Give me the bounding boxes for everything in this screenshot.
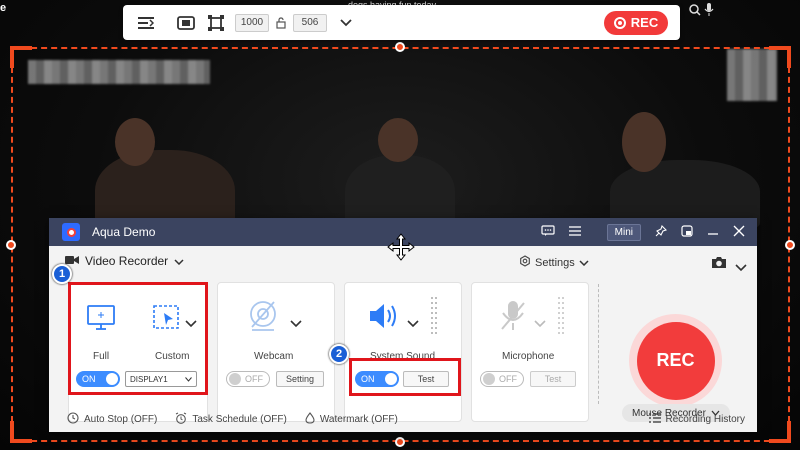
webcam-card: Webcam OFF Setting bbox=[217, 282, 335, 422]
main-rec-button[interactable]: REC bbox=[636, 321, 715, 400]
panel-footer: Auto Stop (OFF) Task Schedule (OFF) Wate… bbox=[49, 406, 757, 432]
background-text-fragment: e bbox=[0, 2, 7, 14]
microphone-test-button[interactable]: Test bbox=[530, 371, 576, 387]
chevron-down-icon[interactable] bbox=[534, 315, 546, 333]
auto-stop-label: Auto Stop (OFF) bbox=[84, 413, 158, 425]
panel-divider bbox=[598, 284, 599, 404]
speaker-icon[interactable] bbox=[367, 299, 403, 338]
mic-level-icon bbox=[558, 297, 566, 344]
system-sound-card: System Sound ON Test bbox=[344, 282, 462, 422]
microphone-icon bbox=[702, 2, 716, 18]
width-input[interactable]: 1000 bbox=[235, 13, 269, 32]
chevron-down-icon[interactable] bbox=[290, 315, 302, 333]
panel-content: Video Recorder Settings Full Custom ON D… bbox=[49, 246, 757, 432]
app-title: Aqua Demo bbox=[92, 225, 156, 239]
lock-aspect-icon[interactable] bbox=[275, 15, 287, 31]
clock-icon bbox=[67, 411, 79, 427]
settings-label: Settings bbox=[535, 256, 575, 269]
alarm-clock-icon bbox=[175, 412, 187, 427]
custom-region-icon[interactable] bbox=[207, 14, 225, 31]
microphone-disabled-icon[interactable] bbox=[498, 299, 528, 338]
microphone-toggle[interactable]: OFF bbox=[480, 371, 524, 387]
region-toolbar: 1000 506 REC bbox=[123, 5, 680, 40]
search-icon bbox=[688, 2, 702, 18]
toolbar-rec-label: REC bbox=[630, 15, 659, 30]
list-icon bbox=[648, 412, 661, 426]
pip-icon[interactable] bbox=[681, 224, 693, 240]
move-cursor-icon[interactable] bbox=[387, 233, 415, 261]
resize-handle-bottom[interactable] bbox=[395, 437, 405, 447]
rec-button-outer[interactable]: REC bbox=[629, 314, 722, 407]
annotation-box-display bbox=[68, 282, 208, 395]
resize-handle-left[interactable] bbox=[6, 240, 16, 250]
menu-icon[interactable] bbox=[568, 225, 581, 239]
webcam-setting-button[interactable]: Setting bbox=[276, 371, 324, 387]
task-schedule-option[interactable]: Task Schedule (OFF) bbox=[175, 412, 287, 427]
corner-handle-top-right[interactable] bbox=[769, 46, 791, 68]
minimize-icon[interactable] bbox=[707, 225, 719, 240]
volume-level-icon[interactable] bbox=[431, 297, 439, 344]
chevron-down-icon[interactable] bbox=[337, 15, 355, 31]
chevron-down-icon[interactable] bbox=[407, 315, 419, 333]
gear-icon bbox=[519, 255, 531, 270]
microphone-card: Microphone OFF Test bbox=[471, 282, 589, 422]
task-schedule-label: Task Schedule (OFF) bbox=[192, 413, 287, 425]
recording-history-label: Recording History bbox=[665, 413, 745, 425]
microphone-label: Microphone bbox=[502, 351, 555, 362]
webcam-label: Webcam bbox=[254, 351, 294, 362]
droplet-icon bbox=[305, 411, 315, 427]
recording-history-link[interactable]: Recording History bbox=[648, 412, 745, 426]
annotation-badge-1: 1 bbox=[52, 264, 72, 284]
toolbar-rec-button[interactable]: REC bbox=[604, 10, 668, 35]
height-input[interactable]: 506 bbox=[293, 13, 327, 32]
corner-handle-bottom-left[interactable] bbox=[10, 421, 32, 443]
mode-label: Video Recorder bbox=[85, 254, 169, 268]
record-icon bbox=[613, 16, 626, 29]
watermark-label: Watermark (OFF) bbox=[319, 413, 398, 425]
close-icon[interactable] bbox=[733, 225, 745, 240]
app-logo-icon bbox=[62, 223, 80, 241]
settings-dropdown[interactable]: Settings bbox=[519, 255, 589, 270]
auto-stop-option[interactable]: Auto Stop (OFF) bbox=[67, 411, 158, 427]
collapse-toolbar-icon[interactable] bbox=[137, 15, 155, 31]
chevron-down-icon[interactable] bbox=[735, 259, 747, 277]
chevron-down-icon bbox=[579, 257, 589, 269]
corner-handle-bottom-right[interactable] bbox=[769, 421, 791, 443]
annotation-badge-2: 2 bbox=[329, 344, 349, 364]
annotation-box-system-sound bbox=[349, 358, 461, 396]
chat-icon[interactable] bbox=[541, 224, 555, 240]
resize-handle-top[interactable] bbox=[395, 42, 405, 52]
pin-icon[interactable] bbox=[655, 224, 668, 240]
webcam-disabled-icon[interactable] bbox=[246, 299, 280, 338]
watermark-option[interactable]: Watermark (OFF) bbox=[305, 411, 398, 427]
corner-handle-top-left[interactable] bbox=[10, 46, 32, 68]
webcam-toggle[interactable]: OFF bbox=[226, 371, 270, 387]
mini-mode-button[interactable]: Mini bbox=[606, 223, 641, 241]
mode-selector[interactable]: Video Recorder bbox=[65, 254, 184, 268]
screenshot-camera-icon[interactable] bbox=[711, 256, 727, 274]
resize-handle-right[interactable] bbox=[785, 240, 795, 250]
fullscreen-region-icon[interactable] bbox=[177, 15, 195, 31]
chevron-down-icon bbox=[174, 254, 184, 268]
